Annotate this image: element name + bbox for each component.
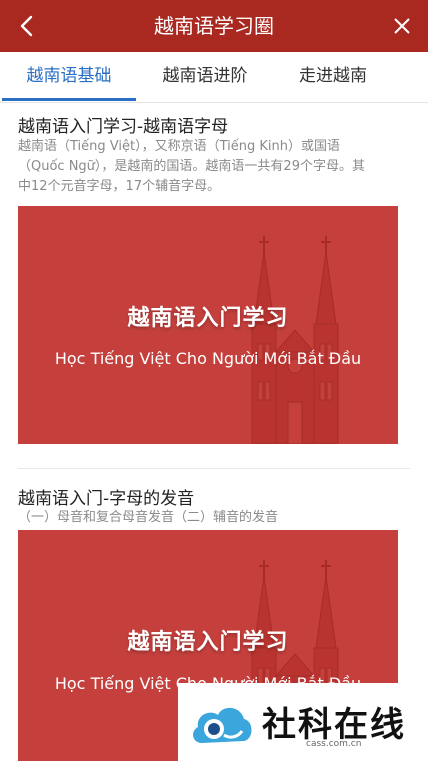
active-tab-indicator	[2, 98, 136, 101]
article-title[interactable]: 越南语入门-字母的发音	[18, 484, 194, 509]
banner-subtitle: Học Tiếng Việt Cho Người Mới Bắt Đầu	[54, 349, 362, 368]
article-banner-image[interactable]: 越南语入门学习 Học Tiếng Việt Cho Người Mới Bắt…	[18, 206, 398, 444]
article-description: 越南语（Tiếng Việt），又称京语（Tiếng Kinh）或国语 （Quố…	[18, 137, 410, 197]
tab-bar: 越南语基础 越南语进阶 走进越南	[0, 52, 428, 103]
cloud-logo-icon	[193, 707, 252, 743]
tab-vietnamese-basics[interactable]: 越南语基础	[2, 52, 136, 102]
watermark-url: cass.com.cn	[306, 739, 362, 749]
banner-title: 越南语入门学习	[127, 306, 289, 331]
tab-vietnamese-advanced[interactable]: 越南语进阶	[137, 52, 273, 102]
banner-title: 越南语入门学习	[127, 630, 289, 655]
article-description-line: 中12个元音字母，17个辅音字母。	[18, 179, 221, 194]
cathedral-illustration	[251, 236, 339, 444]
tab-explore-vietnam[interactable]: 走进越南	[274, 52, 392, 102]
app-header: 越南语学习圈	[0, 0, 428, 52]
article-description-line: （一）母音和复合母音发音（二）辅音的发音	[18, 510, 279, 525]
article-description-line: （Quốc Ngữ），是越南的国语。越南语一共有29个字母。其	[18, 159, 365, 174]
article-description-line: 越南语（Tiếng Việt），又称京语（Tiếng Kinh）或国语	[18, 139, 340, 154]
article-title[interactable]: 越南语入门学习-越南语字母	[18, 112, 228, 137]
article-description: （一）母音和复合母音发音（二）辅音的发音	[18, 508, 410, 528]
close-icon[interactable]	[390, 14, 414, 38]
divider	[18, 468, 410, 469]
page-title: 越南语学习圈	[154, 14, 274, 38]
watermark-logo: 社科在线 cass.com.cn	[178, 683, 410, 761]
